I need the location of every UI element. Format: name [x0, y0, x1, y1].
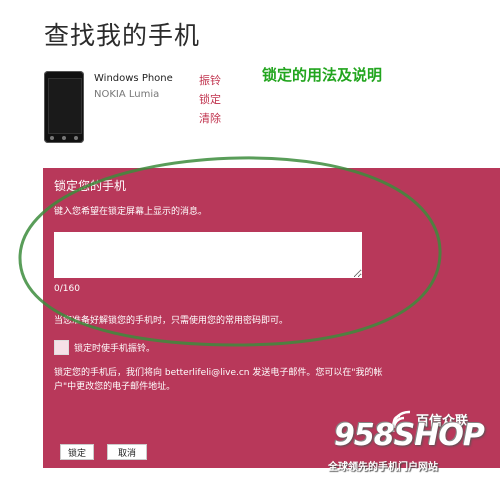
lock-link[interactable]: 锁定	[199, 91, 221, 107]
lock-message-input[interactable]	[54, 232, 362, 278]
page-title: 查找我的手机	[44, 21, 201, 50]
watermark-logo: 958SHOP	[334, 418, 485, 453]
device-name: Windows Phone	[94, 73, 173, 84]
watermark-tagline: 全球领先的手机门户网站	[328, 462, 438, 473]
ring-on-lock-checkbox[interactable]	[54, 340, 69, 355]
character-counter: 0/160	[54, 284, 80, 294]
unlock-note: 当您准备好解锁您的手机时，只需使用您的常用密码即可。	[54, 316, 289, 326]
device-model: NOKIA Lumia	[94, 89, 160, 100]
erase-link[interactable]: 清除	[199, 110, 221, 126]
panel-title: 锁定您的手机	[54, 179, 127, 193]
email-note: 锁定您的手机后，我们将向 betterlifeli@live.cn 发送电子邮件…	[54, 368, 383, 392]
message-instruction: 键入您希望在锁定屏幕上显示的消息。	[54, 207, 208, 217]
annotation-caption: 锁定的用法及说明	[262, 66, 383, 84]
cancel-button[interactable]: 取消	[107, 444, 147, 460]
lock-button[interactable]: 锁定	[60, 444, 94, 460]
ring-on-lock-label: 锁定时使手机振铃。	[74, 344, 156, 354]
phone-image	[44, 71, 84, 143]
ring-link[interactable]: 振铃	[199, 72, 221, 88]
watermark: 百信众联 958SHOP 全球领先的手机门户网站	[328, 408, 500, 483]
